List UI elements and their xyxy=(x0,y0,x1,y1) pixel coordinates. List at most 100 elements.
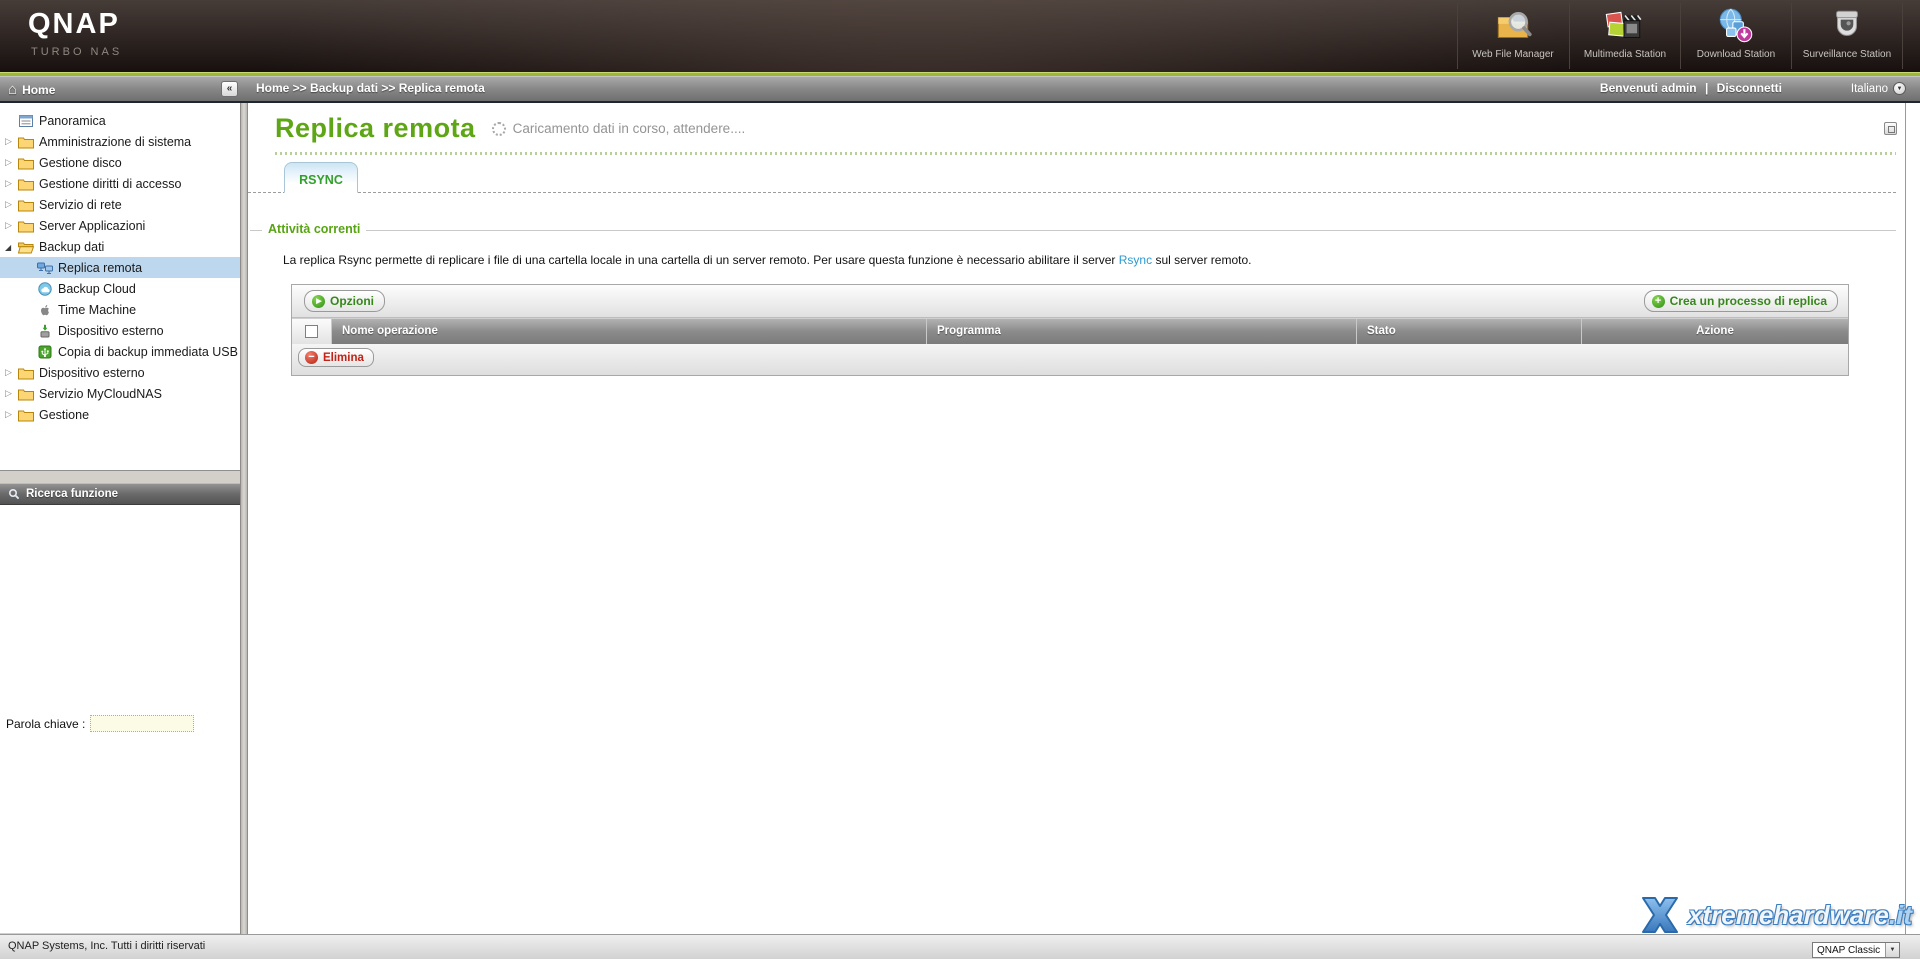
expand-arrow-icon[interactable] xyxy=(5,409,18,420)
sidebar-item-gestione-diritti[interactable]: Gestione diritti di accesso xyxy=(0,173,240,194)
column-header-stato: Stato xyxy=(1356,319,1581,344)
station-multimedia[interactable]: Multimedia Station xyxy=(1569,3,1680,69)
sidebar-item-label: Dispositivo esterno xyxy=(58,324,164,338)
navigation-tree: Panoramica Amministrazione di sistema Ge… xyxy=(0,103,240,471)
rsync-link[interactable]: Rsync xyxy=(1119,253,1152,267)
function-search-header: Ricerca funzione xyxy=(0,483,240,505)
session-area: Benvenuti admin | Disconnetti xyxy=(1600,81,1782,95)
expand-arrow-icon[interactable] xyxy=(5,220,18,231)
spinner-icon xyxy=(492,122,506,136)
title-row: Replica remota Caricamento dati in corso… xyxy=(275,113,745,144)
column-header-nome-operazione: Nome operazione xyxy=(331,319,926,344)
divider xyxy=(1902,3,1903,69)
top-bar: Home « Home >> Backup dati >> Replica re… xyxy=(0,76,1920,103)
tab-rsync[interactable]: RSYNC xyxy=(284,162,358,193)
panel-right-border xyxy=(1905,103,1906,934)
function-search-title: Ricerca funzione xyxy=(26,488,118,500)
sidebar-item-copia-usb[interactable]: Copia di backup immediata USB xyxy=(0,341,240,362)
station-label: Multimedia Station xyxy=(1570,49,1680,60)
folder-icon xyxy=(18,408,34,422)
sidebar-title: Home xyxy=(22,83,55,97)
collapse-arrow-icon[interactable] xyxy=(5,242,18,252)
chevron-down-icon xyxy=(1893,82,1906,95)
table-header-row: Nome operazione Programma Stato Azione xyxy=(292,318,1848,344)
theme-selector[interactable]: QNAP Classic xyxy=(1812,942,1900,958)
select-all-checkbox[interactable] xyxy=(305,325,318,338)
sidebar-item-label: Backup Cloud xyxy=(58,282,136,296)
sidebar-item-backup-dati[interactable]: Backup dati xyxy=(0,236,240,257)
sidebar-item-label: Backup dati xyxy=(39,240,104,254)
apple-icon xyxy=(37,303,53,317)
logout-link[interactable]: Disconnetti xyxy=(1717,81,1782,95)
external-device-icon xyxy=(37,324,53,338)
sidebar-item-dispositivo-esterno-backup[interactable]: Dispositivo esterno xyxy=(0,320,240,341)
sidebar-item-replica-remota[interactable]: Replica remota xyxy=(0,257,240,278)
sidebar-item-label: Gestione xyxy=(39,408,89,422)
folder-icon xyxy=(18,387,34,401)
sidebar-item-label: Server Applicazioni xyxy=(39,219,145,233)
station-label: Surveillance Station xyxy=(1792,49,1902,60)
sidebar-item-gestione-disco[interactable]: Gestione disco xyxy=(0,152,240,173)
folder-icon xyxy=(18,219,34,233)
jobs-toolbar: Opzioni Crea un processo di replica xyxy=(292,285,1848,318)
sidebar-item-label: Copia di backup immediata USB xyxy=(58,345,238,359)
expand-arrow-icon[interactable] xyxy=(5,136,18,147)
keyword-label: Parola chiave : xyxy=(6,717,85,731)
keyword-input[interactable] xyxy=(90,715,194,732)
sidebar-item-gestione[interactable]: Gestione xyxy=(0,404,240,425)
sidebar-item-backup-cloud[interactable]: Backup Cloud xyxy=(0,278,240,299)
sidebar-item-panoramica[interactable]: Panoramica xyxy=(0,110,240,131)
panel-corner-icon[interactable] xyxy=(1884,122,1897,135)
sidebar-item-label: Dispositivo esterno xyxy=(39,366,145,380)
watermark-x-icon xyxy=(1637,894,1683,936)
folder-icon xyxy=(18,156,34,170)
column-header-azione: Azione xyxy=(1581,319,1848,344)
description-text: La replica Rsync permette di replicare i… xyxy=(283,253,1251,267)
sidebar-item-servizio-mycloudnas[interactable]: Servizio MyCloudNAS xyxy=(0,383,240,404)
station-web-file-manager[interactable]: Web File Manager xyxy=(1457,3,1568,69)
function-search-body: Parola chiave : xyxy=(0,505,240,933)
language-selector[interactable]: Italiano xyxy=(1851,82,1906,95)
options-button[interactable]: Opzioni xyxy=(304,290,385,312)
copyright-text: QNAP Systems, Inc. Tutti i diritti riser… xyxy=(8,940,205,952)
sidebar-item-servizio-rete[interactable]: Servizio di rete xyxy=(0,194,240,215)
breadcrumb: Home >> Backup dati >> Replica remota xyxy=(256,81,485,95)
section-title: Attività correnti xyxy=(262,222,366,236)
dotted-separator xyxy=(275,152,1896,155)
theme-selector-value: QNAP Classic xyxy=(1813,943,1885,957)
create-replication-job-button[interactable]: Crea un processo di replica xyxy=(1644,290,1838,312)
sidebar-item-amministrazione[interactable]: Amministrazione di sistema xyxy=(0,131,240,152)
folder-icon xyxy=(18,177,34,191)
expand-arrow-icon[interactable] xyxy=(5,157,18,168)
station-label: Download Station xyxy=(1681,49,1791,60)
sidebar-item-label: Gestione diritti di accesso xyxy=(39,177,181,191)
separator: | xyxy=(1705,81,1708,95)
expand-arrow-icon[interactable] xyxy=(5,199,18,210)
tab-strip: RSYNC xyxy=(248,162,1896,193)
station-download[interactable]: Download Station xyxy=(1680,3,1791,69)
open-folder-icon xyxy=(18,240,34,254)
expand-arrow-icon[interactable] xyxy=(5,367,18,378)
usb-copy-icon xyxy=(37,345,53,359)
download-station-icon xyxy=(1715,6,1757,48)
multimedia-station-icon xyxy=(1604,6,1646,48)
folder-icon xyxy=(18,366,34,380)
cloud-backup-icon xyxy=(37,282,53,296)
sidebar-item-time-machine[interactable]: Time Machine xyxy=(0,299,240,320)
delete-button[interactable]: Elimina xyxy=(298,348,374,367)
minus-icon xyxy=(305,351,318,364)
collapse-sidebar-button[interactable]: « xyxy=(221,81,238,97)
plus-icon xyxy=(1652,295,1665,308)
sidebar-item-server-applicazioni[interactable]: Server Applicazioni xyxy=(0,215,240,236)
table-action-row: Elimina xyxy=(292,344,1848,375)
pane-splitter[interactable] xyxy=(240,103,248,934)
options-arrow-icon xyxy=(312,295,325,308)
expand-arrow-icon[interactable] xyxy=(5,178,18,189)
remote-replication-icon xyxy=(37,261,53,275)
sidebar-item-dispositivo-esterno[interactable]: Dispositivo esterno xyxy=(0,362,240,383)
station-surveillance[interactable]: Surveillance Station xyxy=(1791,3,1902,69)
footer-bar: QNAP Systems, Inc. Tutti i diritti riser… xyxy=(0,934,1920,959)
expand-arrow-icon[interactable] xyxy=(5,388,18,399)
welcome-text: Benvenuti admin xyxy=(1600,81,1697,95)
page-title: Replica remota xyxy=(275,113,476,144)
